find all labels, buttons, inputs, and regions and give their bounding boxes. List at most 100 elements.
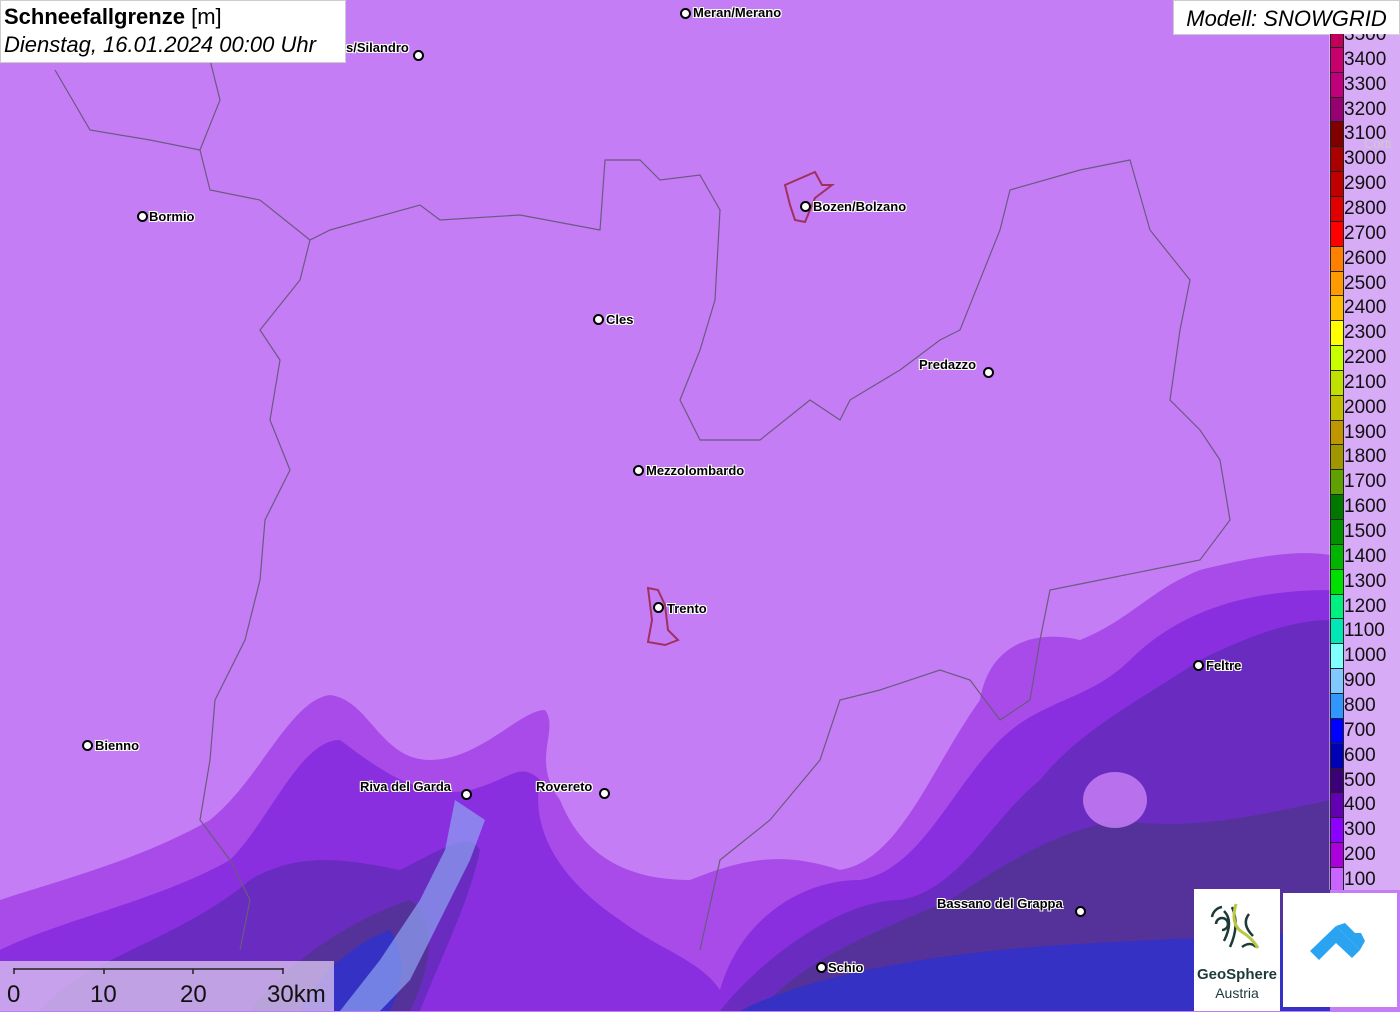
legend-swatch	[1330, 618, 1344, 645]
legend-label: 1800	[1344, 446, 1387, 468]
legend-swatch	[1330, 320, 1344, 347]
legend-row: 1100	[1329, 618, 1400, 645]
city-marker	[1193, 660, 1204, 671]
legend-swatch	[1330, 121, 1344, 148]
city-marker	[413, 50, 424, 61]
legend-swatch	[1330, 842, 1344, 869]
legend-row: 1000	[1329, 643, 1400, 670]
legend-swatch	[1330, 195, 1344, 222]
model-label: Modell: SNOWGRID	[1173, 0, 1400, 35]
legend-swatch	[1330, 494, 1344, 521]
legend-row: 2300	[1329, 320, 1400, 347]
legend-label: 900	[1344, 670, 1376, 692]
city-label: Meran/Merano	[693, 5, 782, 20]
legend-label: 3000	[1344, 148, 1387, 170]
legend-row: 1400	[1329, 543, 1400, 570]
legend-swatch	[1330, 96, 1344, 123]
city-label: Schio	[828, 960, 864, 975]
map-datetime: Dienstag, 16.01.2024 00:00 Uhr	[4, 32, 316, 57]
legend-swatch	[1330, 643, 1344, 670]
legend-row: 300	[1329, 817, 1400, 844]
city-label: s/Silandro	[346, 40, 409, 55]
legend-row: 1200	[1329, 593, 1400, 620]
city-label: Bormio	[149, 209, 195, 224]
legend-row: 2500	[1329, 270, 1400, 297]
city-marker	[816, 962, 827, 973]
legend-row: 3500	[1329, 34, 1400, 48]
legend-row: 700	[1329, 717, 1400, 744]
legend-row: 800	[1329, 692, 1400, 719]
legend-label: 3500	[1344, 34, 1387, 45]
scale-label: 0	[7, 981, 21, 1008]
city-label: Cles	[606, 312, 634, 327]
legend-swatch	[1330, 270, 1344, 297]
legend-row: 1800	[1329, 444, 1400, 471]
legend-swatch	[1330, 295, 1344, 322]
legend-swatch	[1330, 543, 1344, 570]
legend-label: 600	[1344, 744, 1376, 766]
city-label: Rovereto	[536, 779, 593, 794]
legend-label: 2200	[1344, 347, 1387, 369]
color-legend: 3500 3400 3300 3200 3100 3000 2900 2800 2700 2600…	[1329, 34, 1400, 890]
legend-swatch	[1330, 469, 1344, 496]
legend-swatch	[1330, 220, 1344, 247]
legend-label: 1600	[1344, 496, 1387, 518]
legend-label: 300	[1344, 819, 1376, 841]
legend-swatch	[1330, 419, 1344, 446]
legend-swatch	[1330, 519, 1344, 545]
city-label: Bozen/Bolzano	[813, 199, 907, 214]
legend-swatch	[1330, 817, 1344, 844]
city-marker	[593, 314, 604, 325]
legend-row: 2900	[1329, 171, 1400, 198]
legend-row: 2400	[1329, 295, 1400, 322]
map-title: Schneefallgrenze [m]	[4, 4, 222, 29]
city-marker	[137, 211, 148, 222]
legend-row: 900	[1329, 668, 1400, 695]
legend-swatch	[1330, 742, 1344, 769]
legend-label: 1500	[1344, 521, 1387, 542]
legend-label: 100	[1344, 868, 1376, 890]
legend-swatch	[1330, 866, 1344, 890]
legend-label: 2700	[1344, 222, 1387, 244]
legend-label: 700	[1344, 719, 1376, 741]
city-label: Predazzo	[919, 357, 977, 372]
city-label: Feltre	[1206, 658, 1242, 673]
geosphere-name: GeoSphere	[1196, 966, 1278, 983]
partner-logo[interactable]	[1283, 893, 1397, 1007]
legend-row: 2600	[1329, 245, 1400, 272]
city-marker	[680, 8, 691, 19]
legend-label: 2000	[1344, 396, 1387, 418]
map-canvas[interactable]	[0, 0, 1400, 1011]
city-marker	[653, 602, 664, 613]
legend-row: 2700	[1329, 220, 1400, 247]
legend-swatch	[1330, 245, 1344, 272]
legend-swatch	[1330, 71, 1344, 98]
legend-label: 200	[1344, 844, 1376, 866]
legend-swatch	[1330, 717, 1344, 744]
legend-row: 2200	[1329, 345, 1400, 372]
legend-row: 500	[1329, 767, 1400, 794]
mountain-cloud-icon	[1310, 923, 1365, 960]
legend-swatch	[1330, 792, 1344, 819]
legend-swatch	[1330, 668, 1344, 695]
legend-swatch	[1330, 692, 1344, 719]
legend-label: 2100	[1344, 371, 1387, 393]
legend-label: 800	[1344, 694, 1376, 716]
geosphere-logo[interactable]: GeoSphere Austria	[1194, 889, 1280, 1011]
legend-row: 3400	[1329, 46, 1400, 73]
legend-row: 2100	[1329, 369, 1400, 396]
city-marker	[461, 789, 472, 800]
city-marker	[1075, 906, 1086, 917]
map-title-box: Schneefallgrenze [m] Dienstag, 16.01.202…	[0, 0, 346, 63]
legend-row: 1900	[1329, 419, 1400, 446]
legend-label: 500	[1344, 769, 1376, 791]
legend-label: 1300	[1344, 570, 1387, 592]
city-label: Riva del Garda	[360, 779, 452, 794]
legend-label: 400	[1344, 794, 1376, 816]
city-label: Trento	[667, 601, 707, 616]
legend-label: 1200	[1344, 595, 1387, 617]
scale-label: 30km	[267, 981, 326, 1008]
legend-row: 2800	[1329, 195, 1400, 222]
legend-label: 1900	[1344, 421, 1387, 443]
city-marker	[599, 788, 610, 799]
